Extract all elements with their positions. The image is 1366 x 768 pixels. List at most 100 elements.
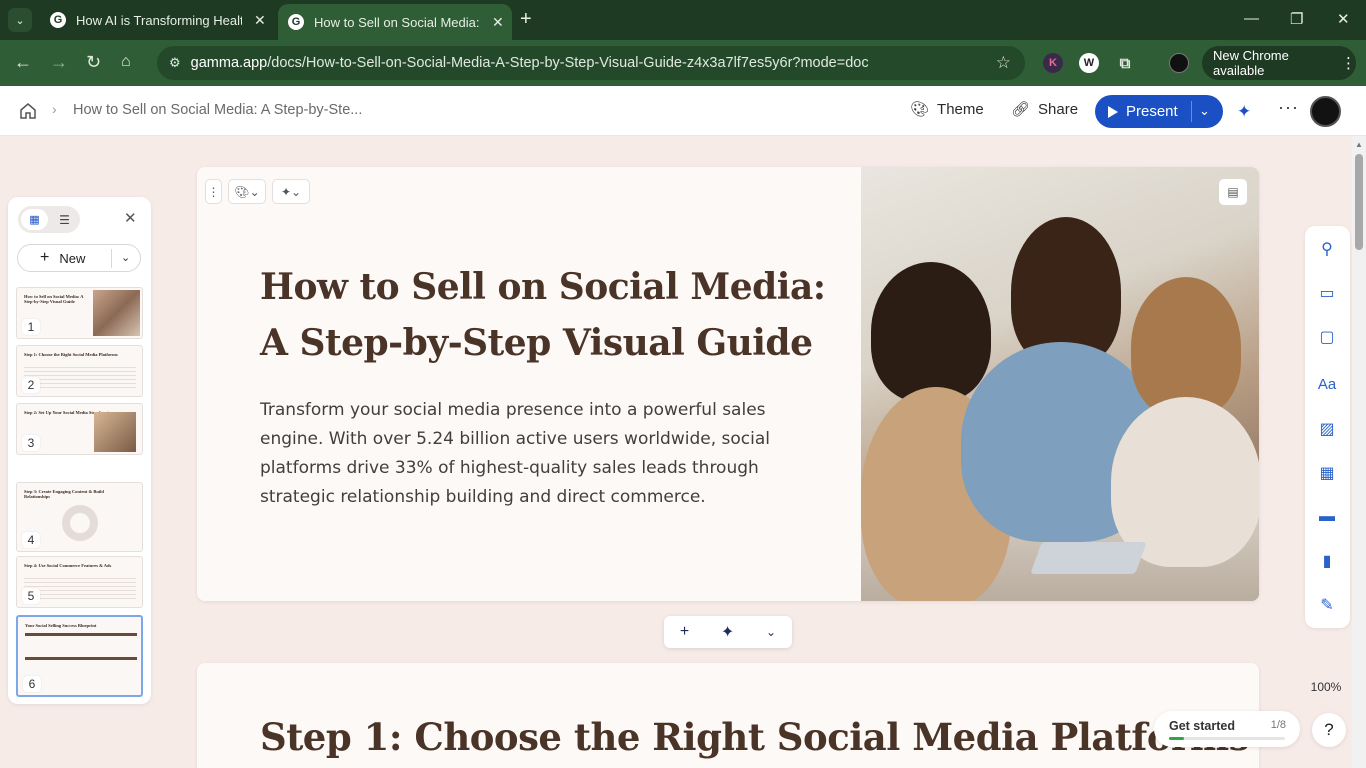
search-icon[interactable]: ⚲: [1317, 239, 1337, 259]
card-thumbnail-panel: ▦ ☰ ✕ + New ⌄ How to Sell on Social Medi…: [8, 197, 151, 704]
thumbnail-image: [94, 412, 136, 452]
play-icon: [1108, 105, 1118, 118]
notes-icon[interactable]: ▤: [1219, 179, 1247, 205]
list-view-icon[interactable]: ☰: [52, 209, 77, 230]
browser-toolbar: ← → ↻ ⌂ ⚙ gamma.app/docs/How-to-Sell-on-…: [0, 40, 1366, 86]
chart-icon[interactable]: ▮: [1317, 551, 1337, 571]
slide-thumbnail-6[interactable]: Your Social Selling Success Blueprint 6: [16, 615, 143, 697]
add-card-icon[interactable]: +: [680, 623, 689, 641]
ai-generate-card-icon[interactable]: ✦: [721, 622, 734, 642]
forward-arrow-icon[interactable]: →: [50, 52, 68, 72]
new-tab-button[interactable]: +: [520, 9, 532, 29]
step-1-card: Step 1: Choose the Right Social Media Pl…: [197, 663, 1259, 768]
photo-person-left: [871, 262, 991, 402]
right-tool-rail: ⚲ ▭ ▢ Aa ▨ ▦ ▬ ▮ ✎: [1305, 226, 1350, 628]
card-toolbar: ⋮ 🎨︎⌄ ✦⌄: [205, 179, 310, 204]
home-icon[interactable]: [19, 102, 37, 120]
avatar[interactable]: [1310, 96, 1341, 127]
scrollbar[interactable]: ▲: [1352, 136, 1366, 768]
close-tab-icon[interactable]: ✕: [254, 12, 268, 29]
help-button[interactable]: ?: [1312, 713, 1346, 747]
thumbnail-title: Step 1: Choose the Right Social Media Pl…: [24, 352, 118, 357]
close-window-button[interactable]: ✕: [1337, 10, 1350, 28]
embed-icon[interactable]: ▬: [1317, 507, 1337, 527]
more-options-icon[interactable]: ···: [1278, 97, 1299, 118]
intro-paragraph[interactable]: Transform your social media presence int…: [260, 396, 790, 512]
breadcrumb[interactable]: How to Sell on Social Media: A Step-by-S…: [73, 102, 362, 118]
slide-thumbnail-5[interactable]: Step 4: Use Social Commerce Features & A…: [16, 556, 143, 608]
chrome-update-label: New Chrome available: [1213, 48, 1289, 78]
slide-thumbnail-4[interactable]: Step 3: Create Engaging Content & Build …: [16, 482, 143, 552]
chevron-down-icon[interactable]: ⌄: [121, 251, 130, 264]
thumbnail-title: Step 3: Create Engaging Content & Build …: [24, 489, 104, 499]
slide-thumbnail-1[interactable]: How to Sell on Social Media: A Step-by-S…: [16, 287, 143, 339]
slide-number: 5: [22, 588, 40, 604]
get-started-widget[interactable]: Get started 1/8: [1154, 711, 1300, 747]
ai-sparkle-icon[interactable]: ✦: [1237, 102, 1251, 122]
home-icon[interactable]: ⌂: [121, 52, 131, 72]
drag-handle-icon[interactable]: ⋮: [205, 179, 222, 204]
new-label: New: [59, 250, 86, 266]
photo-person-right: [1131, 277, 1241, 417]
address-bar[interactable]: ⚙ gamma.app/docs/How-to-Sell-on-Social-M…: [157, 46, 1025, 80]
thumbnail-image: [93, 290, 140, 336]
back-arrow-icon[interactable]: ←: [14, 52, 32, 72]
share-button[interactable]: 🔗︎ Share: [1011, 100, 1078, 119]
slide-number: 2: [22, 377, 40, 393]
bookmark-star-icon[interactable]: ☆: [996, 53, 1011, 73]
profile-avatar-icon[interactable]: [1169, 53, 1189, 73]
present-button[interactable]: Present ⌄: [1095, 95, 1223, 128]
site-info-icon[interactable]: ⚙: [169, 55, 181, 71]
extension-k-icon[interactable]: K: [1043, 53, 1063, 73]
hero-image: ▤: [861, 167, 1259, 601]
photo-tablet: [1030, 542, 1147, 574]
chevron-down-icon[interactable]: ⌄: [1199, 103, 1210, 119]
chrome-update-button[interactable]: New Chrome available ⋮: [1202, 46, 1356, 80]
new-card-button[interactable]: + New ⌄: [17, 244, 141, 272]
divider: [111, 249, 112, 268]
tab-search-menu-button[interactable]: ⌄: [8, 8, 32, 32]
thumbnail-view-icon[interactable]: ▦: [21, 209, 48, 230]
page-title[interactable]: How to Sell on Social Media: A Step-by-S…: [260, 259, 840, 371]
view-toggle: ▦ ☰: [18, 206, 80, 233]
thumbnail-title: How to Sell on Social Media: A Step-by-S…: [24, 294, 84, 304]
ai-edit-button[interactable]: ✦⌄: [272, 179, 310, 204]
tab-title: How AI is Transforming Healthc: [76, 12, 242, 28]
theme-button[interactable]: 🎨︎ Theme: [910, 100, 984, 119]
chevron-right-icon: ›: [52, 101, 57, 117]
zoom-level[interactable]: 100%: [1306, 680, 1346, 694]
slide-thumbnail-3[interactable]: Step 2: Set Up Your Social Media Storefr…: [16, 403, 143, 455]
slide-thumbnail-2[interactable]: Step 1: Choose the Right Social Media Pl…: [16, 345, 143, 397]
close-icon[interactable]: ✕: [124, 209, 137, 227]
maximize-button[interactable]: ❐: [1290, 10, 1303, 28]
browser-tab-1[interactable]: G How AI is Transforming Healthc ✕: [40, 6, 274, 34]
palette-icon: 🎨︎: [910, 101, 930, 118]
minimize-button[interactable]: —: [1244, 10, 1259, 27]
slide-number: 1: [22, 319, 40, 335]
reload-icon[interactable]: ↻: [86, 52, 101, 72]
extensions-puzzle-icon[interactable]: ⧉: [1115, 53, 1135, 73]
section-heading[interactable]: Step 1: Choose the Right Social Media Pl…: [260, 715, 1250, 759]
edit-form-icon[interactable]: ✎: [1317, 595, 1337, 615]
gamma-favicon-icon: G: [288, 14, 304, 30]
add-card-template-icon[interactable]: ▭: [1317, 283, 1337, 303]
chrome-menu-icon[interactable]: ⋮: [1341, 54, 1356, 72]
thumbnail-title: Your Social Selling Success Blueprint: [25, 623, 97, 628]
image-icon[interactable]: ▨: [1317, 419, 1337, 439]
thumbnail-content: [24, 575, 136, 601]
tab-title: How to Sell on Social Media: A: [314, 14, 480, 30]
divider: [1191, 101, 1192, 122]
card-style-button[interactable]: 🎨︎⌄: [228, 179, 266, 204]
layout-icon[interactable]: ▢: [1317, 327, 1337, 347]
scroll-up-icon[interactable]: ▲: [1355, 140, 1363, 149]
get-started-count: 1/8: [1270, 719, 1286, 731]
video-icon[interactable]: ▦: [1317, 463, 1337, 483]
progress-bar: [1169, 737, 1285, 740]
text-style-icon[interactable]: Aa: [1317, 374, 1337, 394]
browser-tab-2[interactable]: G How to Sell on Social Media: A ✕: [278, 4, 512, 40]
chevron-down-icon[interactable]: ⌄: [766, 625, 776, 639]
close-tab-icon[interactable]: ✕: [492, 14, 506, 31]
plus-icon: +: [40, 249, 50, 266]
extension-w-icon[interactable]: W: [1079, 53, 1099, 73]
scrollbar-thumb[interactable]: [1355, 154, 1363, 250]
